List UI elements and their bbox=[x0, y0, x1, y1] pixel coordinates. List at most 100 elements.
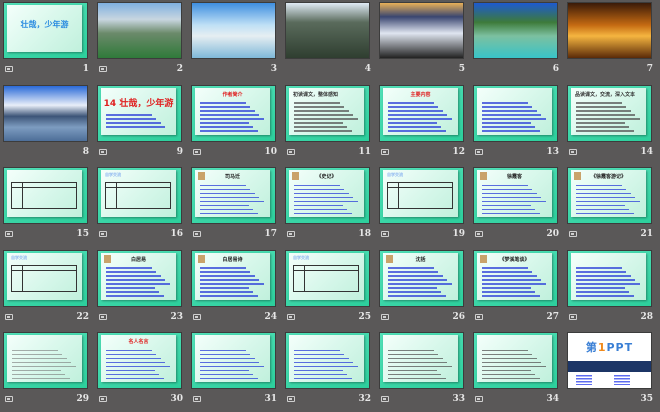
slide-transition-icon[interactable] bbox=[5, 396, 13, 402]
slide-thumbnail[interactable]: 《徐霞客游记》 bbox=[567, 167, 652, 224]
slide-thumbnail[interactable]: 名人名言 bbox=[97, 332, 182, 389]
slide-panel: 白居易 bbox=[101, 252, 176, 300]
slide-thumbnail[interactable]: 沈括 bbox=[379, 249, 464, 307]
slide-transition-icon[interactable] bbox=[569, 231, 577, 237]
slide-transition-icon[interactable] bbox=[193, 231, 201, 237]
slide-header: 自学交流 bbox=[293, 254, 309, 260]
slide-title: 白居易 bbox=[130, 256, 146, 263]
slide-cell: 《梦溪笔谈》 27 bbox=[473, 249, 559, 330]
slide-thumbnail[interactable] bbox=[3, 84, 88, 142]
slide-transition-icon[interactable] bbox=[475, 231, 483, 237]
slide-panel: 自学交流 bbox=[7, 252, 82, 300]
slide-transition-icon[interactable] bbox=[287, 231, 295, 237]
slide-number: 15 bbox=[76, 229, 89, 239]
slide-thumbnail[interactable]: 壮哉，少年游 bbox=[3, 2, 88, 59]
slide-thumbnail[interactable] bbox=[191, 2, 276, 59]
slide-cell: 第1PPT 35 bbox=[567, 332, 653, 412]
slide-panel: 自学交流 bbox=[289, 252, 364, 300]
slide-thumbnail[interactable]: 《史记》 bbox=[285, 167, 370, 224]
slide-transition-icon[interactable] bbox=[569, 313, 577, 320]
slide-thumbnail[interactable]: 主要内容 bbox=[379, 84, 464, 142]
slide-thumbnail[interactable]: 品读课文，交流，深入文本 bbox=[567, 84, 652, 142]
slide-thumbnail[interactable] bbox=[379, 332, 464, 389]
slide-thumbnail[interactable] bbox=[3, 332, 88, 389]
slide-transition-icon[interactable] bbox=[5, 66, 13, 72]
slide-number: 18 bbox=[358, 229, 371, 239]
slide-thumbnail[interactable]: 自学交流 bbox=[3, 249, 88, 307]
slide-number: 22 bbox=[76, 311, 89, 322]
slide-number: 21 bbox=[640, 229, 653, 239]
slide-panel bbox=[477, 335, 552, 382]
slide-cell: 28 bbox=[567, 249, 653, 330]
slide-cell: 4 bbox=[285, 2, 371, 82]
slide-transition-icon[interactable] bbox=[287, 148, 295, 155]
slide-thumbnail[interactable]: 白居易 bbox=[97, 249, 182, 307]
slide-transition-icon[interactable] bbox=[569, 148, 577, 155]
body-text bbox=[200, 265, 265, 300]
slide-title: 品读课文，交流，深入文本 bbox=[575, 91, 636, 98]
slide-thumbnail[interactable]: 作者简介 bbox=[191, 84, 276, 142]
slide-thumbnail[interactable]: 第1PPT bbox=[567, 332, 652, 389]
slide-transition-icon[interactable] bbox=[475, 148, 483, 155]
slide-transition-icon[interactable] bbox=[381, 313, 389, 320]
logo-text: 1 bbox=[597, 341, 607, 354]
slide-thumbnail[interactable] bbox=[285, 332, 370, 389]
body-text bbox=[200, 100, 265, 135]
slide-panel: 《史记》 bbox=[289, 170, 364, 217]
slide-thumbnail[interactable]: 司马迁 bbox=[191, 167, 276, 224]
slide-thumbnail[interactable]: 自学交流 bbox=[285, 249, 370, 307]
slide-title: 沈括 bbox=[415, 256, 426, 263]
slide-thumbnail[interactable] bbox=[473, 332, 558, 389]
slide-thumbnail[interactable] bbox=[473, 84, 558, 142]
slide-thumbnail[interactable]: 徐霞客 bbox=[473, 167, 558, 224]
slide-number: 7 bbox=[646, 64, 653, 74]
slide-thumbnail[interactable]: 自学交流 bbox=[97, 167, 182, 224]
slide-thumbnail[interactable] bbox=[3, 167, 88, 224]
slide-title: 白居易诗 bbox=[222, 256, 243, 263]
body-text bbox=[294, 100, 359, 135]
slide-thumbnail[interactable] bbox=[567, 2, 652, 59]
slide-thumbnail[interactable] bbox=[97, 2, 182, 59]
slide-transition-icon[interactable] bbox=[287, 313, 295, 320]
slide-panel: 自学交流 bbox=[383, 170, 458, 217]
slide-transition-icon[interactable] bbox=[5, 313, 13, 320]
slide-cell: 8 bbox=[3, 84, 89, 165]
slide-number: 13 bbox=[546, 146, 559, 157]
slide-thumbnail[interactable]: 自学交流 bbox=[379, 167, 464, 224]
slide-transition-icon[interactable] bbox=[99, 396, 107, 402]
slide-panel: 名人名言 bbox=[101, 335, 176, 382]
slide-transition-icon[interactable] bbox=[5, 231, 13, 237]
slide-transition-icon[interactable] bbox=[381, 148, 389, 155]
slide-transition-icon[interactable] bbox=[99, 148, 107, 155]
slide-thumbnail[interactable] bbox=[285, 2, 370, 59]
slide-transition-icon[interactable] bbox=[193, 396, 201, 402]
slide-transition-icon[interactable] bbox=[193, 313, 201, 320]
slide-thumbnail[interactable] bbox=[473, 2, 558, 59]
slide-thumbnail[interactable]: 初读课文，整体感知 bbox=[285, 84, 370, 142]
slide-thumbnail[interactable] bbox=[191, 332, 276, 389]
slide-thumbnail[interactable] bbox=[379, 2, 464, 59]
slide-transition-icon[interactable] bbox=[475, 396, 483, 402]
slide-thumbnail[interactable]: 《梦溪笔谈》 bbox=[473, 249, 558, 307]
slide-number: 27 bbox=[546, 311, 559, 322]
slide-number: 14 bbox=[640, 146, 653, 157]
slide-transition-icon[interactable] bbox=[193, 148, 201, 155]
slide-table bbox=[11, 182, 77, 209]
body-text bbox=[12, 347, 77, 382]
slide-number: 26 bbox=[452, 311, 465, 322]
slide-transition-icon[interactable] bbox=[475, 313, 483, 320]
slide-thumbnail[interactable]: 14 壮哉，少年游 bbox=[97, 84, 182, 142]
slide-transition-icon[interactable] bbox=[99, 231, 107, 237]
body-text bbox=[576, 100, 641, 135]
slide-number: 8 bbox=[82, 146, 89, 157]
slide-panel: 徐霞客 bbox=[477, 170, 552, 217]
slide-transition-icon[interactable] bbox=[99, 66, 107, 72]
slide-panel: 司马迁 bbox=[195, 170, 270, 217]
slide-transition-icon[interactable] bbox=[381, 396, 389, 402]
slide-transition-icon[interactable] bbox=[287, 396, 295, 402]
slide-table bbox=[293, 264, 359, 292]
slide-thumbnail[interactable]: 白居易诗 bbox=[191, 249, 276, 307]
slide-transition-icon[interactable] bbox=[99, 313, 107, 320]
slide-thumbnail[interactable] bbox=[567, 249, 652, 307]
slide-transition-icon[interactable] bbox=[381, 231, 389, 237]
